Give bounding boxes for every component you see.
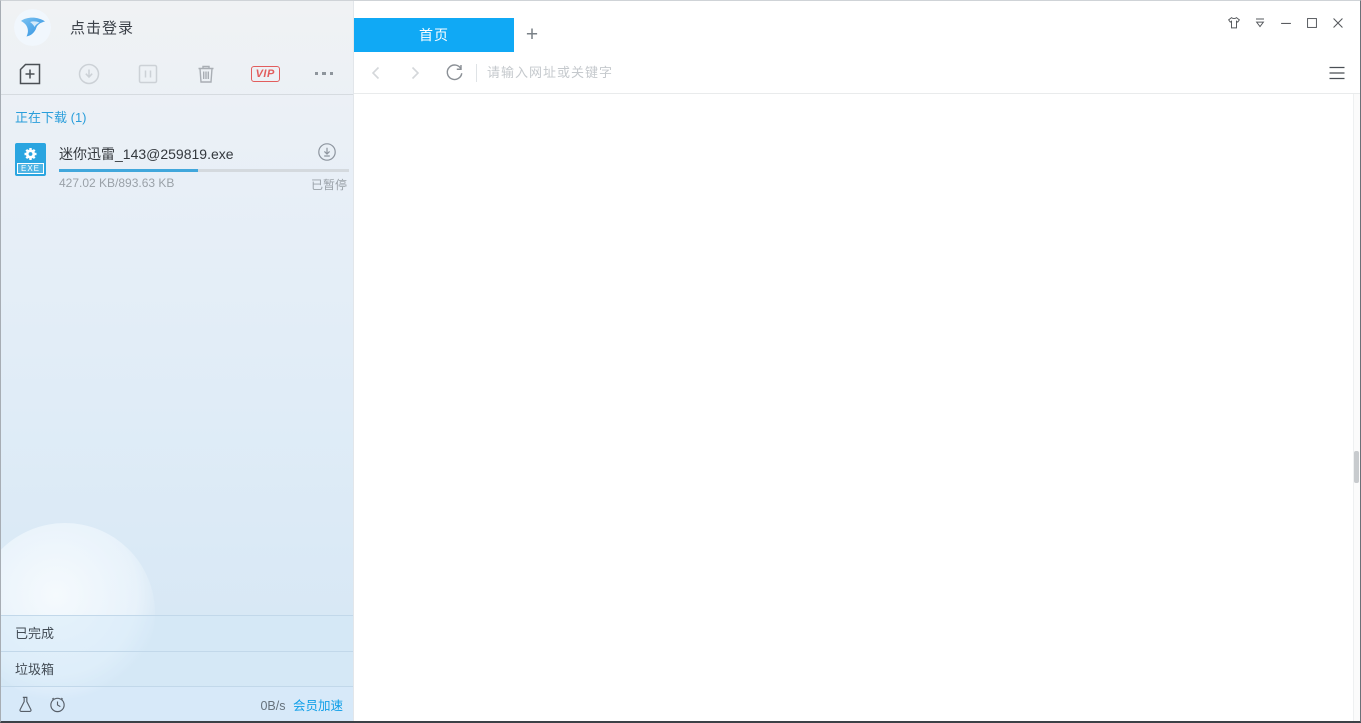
skin-theme-button[interactable] [1226, 15, 1242, 31]
new-task-button[interactable] [15, 59, 45, 89]
thunder-logo-icon[interactable] [14, 8, 51, 46]
file-type-badge: EXE [17, 163, 44, 174]
user-account-row: 点击登录 [1, 1, 353, 53]
delete-button[interactable] [191, 59, 221, 89]
sidebar-item-trash[interactable]: 垃圾箱 [1, 651, 353, 687]
address-bar [354, 52, 1360, 94]
tab-home[interactable]: 首页 [354, 18, 514, 52]
download-sidebar: 点击登录 VIP 正在下载 (1) EXE 迷你迅雷_143@259819.ex… [1, 1, 354, 721]
pause-button[interactable] [133, 59, 163, 89]
alarm-clock-button[interactable] [47, 694, 67, 714]
speed-area: 0B/s 会员加速 [260, 695, 343, 714]
vip-badge: VIP [250, 65, 280, 82]
hamburger-menu-button[interactable] [1326, 62, 1348, 84]
download-file-name: 迷你迅雷_143@259819.exe [59, 146, 234, 162]
sidebar-nav: 已完成 垃圾箱 [1, 615, 353, 687]
more-dots-icon [314, 71, 334, 76]
progress-fill [59, 169, 198, 172]
vip-button[interactable]: VIP [250, 59, 280, 89]
maximize-button[interactable] [1304, 15, 1320, 31]
download-size-text: 427.02 KB/893.63 KB [59, 176, 175, 190]
flask-button[interactable] [15, 694, 35, 714]
refresh-button[interactable] [441, 60, 467, 86]
sidebar-statusbar: 0B/s 会员加速 [1, 687, 353, 721]
download-item[interactable]: EXE 迷你迅雷_143@259819.exe 427.02 KB/893.63… [1, 142, 353, 194]
minimize-button[interactable] [1278, 15, 1294, 31]
download-status: 已暂停 [310, 178, 347, 192]
exe-file-icon: EXE [15, 143, 46, 176]
tab-strip: 首页 + [354, 1, 1360, 52]
resume-item-button[interactable] [317, 142, 337, 162]
download-speed: 0B/s [260, 698, 286, 713]
minimize-to-tray-button[interactable] [1252, 15, 1268, 31]
url-search-input[interactable] [477, 57, 1322, 88]
browser-content [354, 94, 1360, 721]
close-button[interactable] [1330, 15, 1346, 31]
sidebar-item-completed[interactable]: 已完成 [1, 615, 353, 651]
login-button[interactable]: 点击登录 [70, 17, 134, 38]
gear-icon [15, 145, 46, 163]
scrollbar-thumb[interactable] [1354, 451, 1359, 483]
start-download-button[interactable] [74, 59, 104, 89]
sidebar-divider [1, 94, 353, 95]
new-tab-button[interactable]: + [517, 18, 547, 52]
content-scrollbar[interactable] [1353, 94, 1360, 721]
window-controls [1226, 15, 1346, 31]
browser-pane: 首页 + [354, 1, 1360, 721]
thunder-app-window: 点击登录 VIP 正在下载 (1) EXE 迷你迅雷_143@259819.ex… [0, 0, 1361, 723]
sidebar-empty-area [1, 194, 353, 615]
forward-button[interactable] [402, 60, 428, 86]
more-options-button[interactable] [309, 59, 339, 89]
downloading-section-title[interactable]: 正在下载 (1) [15, 107, 353, 126]
back-button[interactable] [363, 60, 389, 86]
download-toolbar: VIP [1, 53, 353, 94]
member-accelerate-link[interactable]: 会员加速 [293, 699, 343, 713]
progress-bar [59, 169, 349, 172]
